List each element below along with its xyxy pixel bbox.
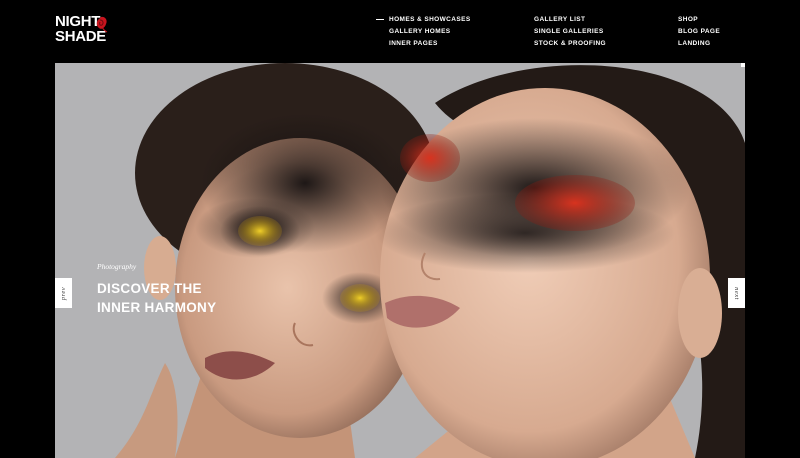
active-nav-indicator <box>376 19 384 20</box>
main-menu-column-3: SHOP BLOG PAGE LANDING <box>678 14 720 50</box>
slider-next-button[interactable]: next <box>728 278 745 308</box>
nav-stock-proofing[interactable]: STOCK & PROOFING <box>534 38 606 50</box>
nav-homes-showcases[interactable]: HOMES & SHOWCASES <box>389 14 471 26</box>
nav-shop[interactable]: SHOP <box>678 14 720 26</box>
rose-icon <box>96 16 108 33</box>
nav-landing[interactable]: LANDING <box>678 38 720 50</box>
nav-gallery-list[interactable]: GALLERY LIST <box>534 14 606 26</box>
nav-blog-page[interactable]: BLOG PAGE <box>678 26 720 38</box>
slide-title[interactable]: DISCOVER THE INNER HARMONY <box>97 279 247 317</box>
site-logo[interactable]: NIGHT SHADE <box>55 14 115 50</box>
hero-slider: Photography DISCOVER THE INNER HARMONY p… <box>55 63 745 458</box>
nav-single-galleries[interactable]: SINGLE GALLERIES <box>534 26 606 38</box>
main-menu-column-2: GALLERY LIST SINGLE GALLERIES STOCK & PR… <box>534 14 606 50</box>
hero-slide-image <box>115 63 745 458</box>
next-label: next <box>732 286 740 300</box>
corner-accent <box>741 63 745 67</box>
site-header: NIGHT SHADE HOMES & SHOWCASES GALLERY HO… <box>0 0 800 63</box>
slider-prev-button[interactable]: prev <box>55 278 72 308</box>
main-menu-column-1: HOMES & SHOWCASES GALLERY HOMES INNER PA… <box>389 14 471 50</box>
slide-kicker: Photography <box>97 262 137 271</box>
slide-caption: Photography DISCOVER THE INNER HARMONY <box>97 262 247 317</box>
prev-label: prev <box>60 286 67 300</box>
nav-inner-pages[interactable]: INNER PAGES <box>389 38 471 50</box>
nav-gallery-homes[interactable]: GALLERY HOMES <box>389 26 471 38</box>
